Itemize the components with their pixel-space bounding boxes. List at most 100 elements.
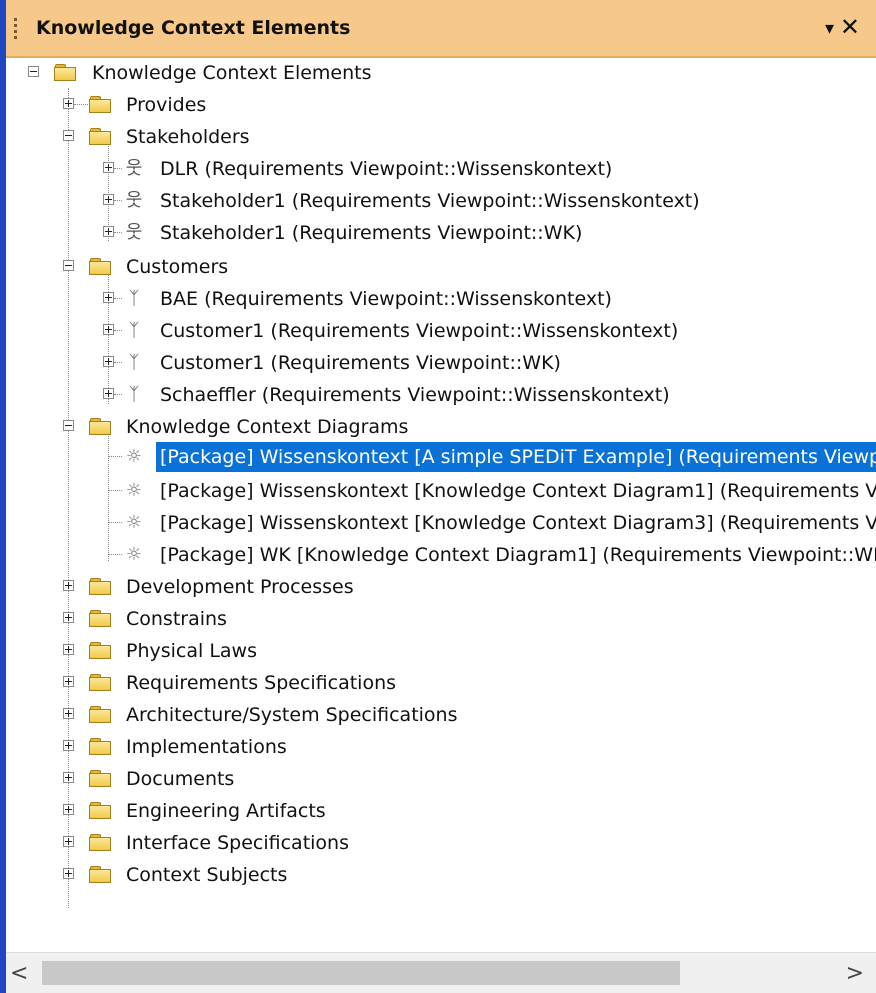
tree-folder-context-subjects[interactable]: Context Subjects xyxy=(6,860,876,890)
expand-icon[interactable] xyxy=(63,836,74,847)
tree-item-stakeholder[interactable]: 웃 Stakeholder1 (Requirements Viewpoint::… xyxy=(6,218,876,248)
expand-icon[interactable] xyxy=(103,324,114,335)
expand-icon[interactable] xyxy=(63,98,74,109)
customer-figure-icon: ᛉ xyxy=(128,288,140,309)
tree-item-label: Context Subjects xyxy=(126,864,288,886)
customer-figure-icon: ᛉ xyxy=(128,384,140,405)
expand-icon[interactable] xyxy=(103,194,114,205)
expand-icon[interactable] xyxy=(63,644,74,655)
expand-icon[interactable] xyxy=(103,388,114,399)
tree-folder-engineering-artifacts[interactable]: Engineering Artifacts xyxy=(6,796,876,826)
expand-icon[interactable] xyxy=(103,226,114,237)
expand-icon[interactable] xyxy=(103,162,114,173)
tree-item-label: DLR (Requirements Viewpoint::Wissenskont… xyxy=(160,158,613,180)
tree-item-label: Provides xyxy=(126,94,207,116)
tree-folder-requirements-specifications[interactable]: Requirements Specifications xyxy=(6,668,876,698)
collapse-icon[interactable] xyxy=(63,420,74,431)
stick-figure-icon: 웃 xyxy=(125,190,143,211)
tree-item-stakeholder[interactable]: 웃 Stakeholder1 (Requirements Viewpoint::… xyxy=(6,186,876,216)
folder-icon xyxy=(89,738,111,755)
horizontal-scrollbar[interactable]: < > xyxy=(6,952,876,993)
folder-icon xyxy=(89,96,111,113)
tree-item-diagram[interactable]: ☼ [Package] Wissenskontext [Knowledge Co… xyxy=(6,476,876,506)
tree-item-label: [Package] WK [Knowledge Context Diagram1… xyxy=(160,544,876,566)
tree-folder-development-processes[interactable]: Development Processes xyxy=(6,572,876,602)
expand-icon[interactable] xyxy=(63,868,74,879)
tree-item-stakeholder[interactable]: 웃 DLR (Requirements Viewpoint::Wissensko… xyxy=(6,154,876,184)
tree-item-label: Stakeholder1 (Requirements Viewpoint::WK… xyxy=(160,222,583,244)
folder-icon xyxy=(89,258,111,275)
scrollbar-thumb[interactable] xyxy=(42,961,680,985)
tree-folder-stakeholders[interactable]: Stakeholders xyxy=(6,122,876,152)
collapse-icon[interactable] xyxy=(63,260,74,271)
tree-item-label: Customer1 (Requirements Viewpoint::WK) xyxy=(160,352,561,374)
folder-icon xyxy=(89,802,111,819)
tree-item-label: Requirements Specifications xyxy=(126,672,397,694)
tree-item-label: Documents xyxy=(126,768,235,790)
tree-item-customer[interactable]: ᛉ Schaeffler (Requirements Viewpoint::Wi… xyxy=(6,380,876,410)
close-icon[interactable]: ✕ xyxy=(840,13,860,41)
tree-item-label: Engineering Artifacts xyxy=(126,800,326,822)
tree-folder-architecture-system-specifications[interactable]: Architecture/System Specifications xyxy=(6,700,876,730)
tree-item-label: Implementations xyxy=(126,736,287,758)
tree-folder-customers[interactable]: Customers xyxy=(6,252,876,282)
stick-figure-icon: 웃 xyxy=(125,158,143,179)
tree-item-customer[interactable]: ᛉ BAE (Requirements Viewpoint::Wissensko… xyxy=(6,284,876,314)
panel-title: Knowledge Context Elements xyxy=(36,17,351,39)
folder-icon xyxy=(89,706,111,723)
expand-icon[interactable] xyxy=(103,356,114,367)
folder-icon xyxy=(89,578,111,595)
tree-item-label: [Package] Wissenskontext [Knowledge Cont… xyxy=(160,480,876,502)
folder-icon xyxy=(54,64,76,81)
tree-item-customer[interactable]: ᛉ Customer1 (Requirements Viewpoint::WK) xyxy=(6,348,876,378)
folder-icon xyxy=(89,610,111,627)
tree-folder-physical-laws[interactable]: Physical Laws xyxy=(6,636,876,666)
tree-item-label: BAE (Requirements Viewpoint::Wissenskont… xyxy=(160,288,612,310)
tree-item-label: [Package] Wissenskontext [A simple SPEDi… xyxy=(156,442,876,472)
tree-item-label: Schaeffler (Requirements Viewpoint::Wiss… xyxy=(160,384,670,406)
tree-item-label: Architecture/System Specifications xyxy=(126,704,458,726)
drag-grip-icon[interactable] xyxy=(14,18,18,44)
tree-root-label: Knowledge Context Elements xyxy=(92,62,372,84)
tree-item-label: Physical Laws xyxy=(126,640,257,662)
panel-titlebar[interactable]: Knowledge Context Elements ▾ ✕ xyxy=(6,0,876,58)
expand-icon[interactable] xyxy=(63,708,74,719)
tree-view[interactable]: Knowledge Context Elements Provides Stak… xyxy=(6,58,876,953)
tree-folder-interface-specifications[interactable]: Interface Specifications xyxy=(6,828,876,858)
folder-icon xyxy=(89,866,111,883)
tree-item-diagram[interactable]: ☼ [Package] WK [Knowledge Context Diagra… xyxy=(6,540,876,570)
tree-item-label: Stakeholder1 (Requirements Viewpoint::Wi… xyxy=(160,190,700,212)
scroll-left-icon[interactable]: < xyxy=(10,961,28,986)
tree-item-diagram-selected[interactable]: ☼ [Package] Wissenskontext [A simple SPE… xyxy=(6,442,876,472)
tree-item-label: Knowledge Context Diagrams xyxy=(126,416,409,438)
tree-folder-documents[interactable]: Documents xyxy=(6,764,876,794)
tree-item-label: Interface Specifications xyxy=(126,832,349,854)
knowledge-context-panel: Knowledge Context Elements ▾ ✕ Knowledge… xyxy=(0,0,876,993)
collapse-icon[interactable] xyxy=(63,130,74,141)
tree-folder-provides[interactable]: Provides xyxy=(6,90,876,120)
knowledge-diagram-icon: ☼ xyxy=(125,544,143,565)
scroll-right-icon[interactable]: > xyxy=(846,961,864,986)
collapse-icon[interactable] xyxy=(28,66,39,77)
tree-item-diagram[interactable]: ☼ [Package] Wissenskontext [Knowledge Co… xyxy=(6,508,876,538)
tree-folder-constrains[interactable]: Constrains xyxy=(6,604,876,634)
expand-icon[interactable] xyxy=(63,676,74,687)
knowledge-diagram-icon: ☼ xyxy=(125,512,143,533)
customer-figure-icon: ᛉ xyxy=(128,352,140,373)
tree-item-label: Constrains xyxy=(126,608,227,630)
folder-icon xyxy=(89,128,111,145)
tree-folder-implementations[interactable]: Implementations xyxy=(6,732,876,762)
tree-root-row[interactable]: Knowledge Context Elements xyxy=(6,58,876,88)
tree-item-customer[interactable]: ᛉ Customer1 (Requirements Viewpoint::Wis… xyxy=(6,316,876,346)
expand-icon[interactable] xyxy=(63,740,74,751)
folder-icon xyxy=(89,834,111,851)
expand-icon[interactable] xyxy=(63,580,74,591)
stick-figure-icon: 웃 xyxy=(125,222,143,243)
tree-folder-knowledge-context-diagrams[interactable]: Knowledge Context Diagrams xyxy=(6,412,876,442)
panel-menu-chevron-icon[interactable]: ▾ xyxy=(825,18,834,39)
expand-icon[interactable] xyxy=(63,772,74,783)
knowledge-diagram-icon: ☼ xyxy=(125,480,143,501)
expand-icon[interactable] xyxy=(63,612,74,623)
expand-icon[interactable] xyxy=(63,804,74,815)
expand-icon[interactable] xyxy=(103,292,114,303)
